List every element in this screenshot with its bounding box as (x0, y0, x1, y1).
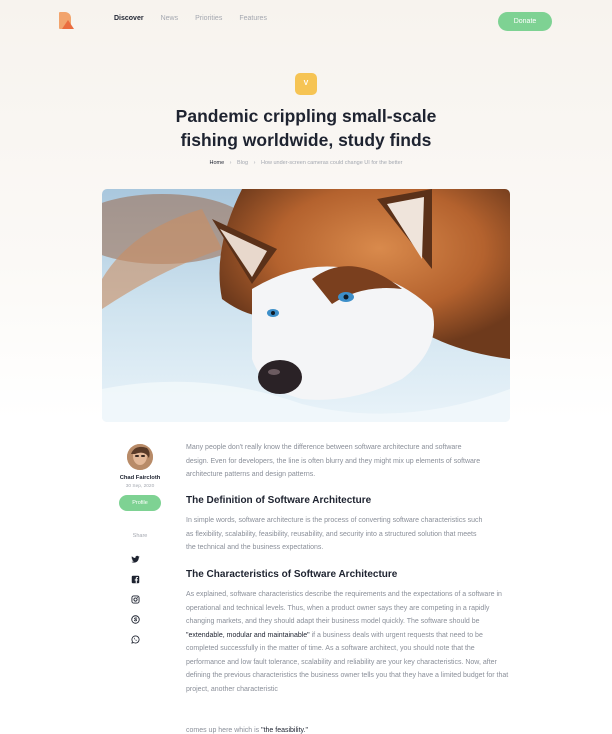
page-title: Pandemic crippling small-scale fishing w… (150, 104, 462, 152)
donate-button[interactable]: Donate (498, 12, 552, 31)
article-paragraph: As explained, software characteristics d… (186, 588, 512, 696)
profile-button[interactable]: Profile (119, 495, 161, 511)
skype-icon[interactable] (131, 611, 140, 624)
section-heading: The Characteristics of Software Architec… (186, 569, 398, 580)
breadcrumb-current: How under-screen cameras could change UI… (260, 160, 403, 166)
article-paragraph: comes up here which is "the feasibility.… (186, 724, 512, 734)
paragraph-text: As explained, software characteristics d… (186, 591, 502, 625)
instagram-icon[interactable] (131, 591, 140, 604)
emphasis-text: "the feasibility." (261, 727, 308, 734)
nav-link-features[interactable]: Features (239, 15, 267, 22)
avatar[interactable] (127, 444, 153, 470)
paragraph-text: if a business deals with urgent requests… (186, 631, 509, 693)
logo[interactable] (59, 12, 74, 29)
nav-link-news[interactable]: News (161, 15, 179, 22)
title-line-2: fishing worldwide, study finds (180, 130, 432, 150)
article-paragraph: In simple words, software architecture i… (186, 517, 483, 551)
nav-links: Discover News Priorities Features (114, 15, 284, 22)
breadcrumb-separator: › (253, 160, 256, 166)
article-intro: Many people don't really know the differ… (186, 444, 481, 478)
nav-link-discover[interactable]: Discover (114, 15, 144, 22)
author-name: Chad Faircloth (119, 475, 161, 481)
whatsapp-icon[interactable] (131, 631, 140, 644)
breadcrumb: Home › Blog › How under-screen cameras c… (0, 160, 612, 166)
share-label: Share (132, 533, 148, 539)
nav-link-priorities[interactable]: Priorities (195, 15, 222, 22)
post-date: 30 Sep, 2020 (125, 484, 155, 489)
emphasis-text: "extendable, modular and maintainable" (186, 631, 310, 639)
paragraph-text: comes up here which is (186, 727, 262, 734)
breadcrumb-home[interactable]: Home (209, 160, 224, 166)
title-line-1: Pandemic crippling small-scale (175, 106, 437, 126)
twitter-icon[interactable] (131, 551, 140, 563)
section-heading: The Definition of Software Architecture (186, 495, 372, 506)
top-navigation: Discover News Priorities Features Donate (0, 0, 612, 44)
breadcrumb-blog[interactable]: Blog (237, 160, 248, 166)
category-badge: V (295, 73, 317, 95)
hero-image (102, 189, 510, 422)
facebook-icon[interactable] (131, 571, 140, 584)
breadcrumb-separator: › (229, 160, 232, 166)
